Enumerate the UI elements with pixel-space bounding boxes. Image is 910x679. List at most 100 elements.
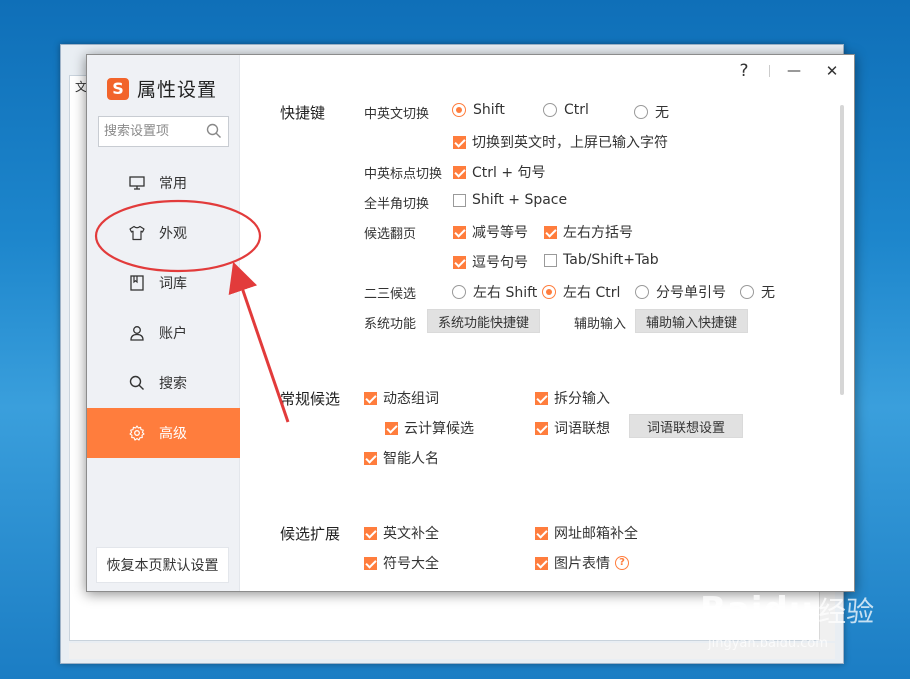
second-third-shift-radio[interactable]: 左右 Shift (452, 282, 537, 302)
dynamic-words-checkbox[interactable]: 动态组词 (364, 388, 439, 408)
hotkeys-section-title: 快捷键 (280, 104, 326, 122)
radio-indicator (542, 285, 556, 299)
sidebar-item-advanced[interactable]: 高级 (87, 408, 240, 458)
checkbox-indicator (535, 556, 548, 570)
sidebar-item-appearance[interactable]: 外观 (87, 208, 240, 258)
page-flip-minus-equal-checkbox[interactable]: 减号等号 (453, 222, 528, 242)
checkbox-indicator (364, 556, 377, 570)
word-assoc-checkbox[interactable]: 词语联想 (535, 418, 610, 438)
checkbox-label: 符号大全 (383, 556, 439, 572)
search-icon (129, 375, 144, 390)
checkbox-indicator (544, 225, 557, 239)
checkbox-label: 动态组词 (383, 391, 439, 407)
checkbox-label: 网址邮箱补全 (554, 526, 638, 542)
radio-label: 无 (761, 285, 775, 301)
monitor-icon (129, 176, 145, 190)
watermark-cn: 经验 (818, 595, 875, 628)
page-flip-brackets-checkbox[interactable]: 左右方括号 (544, 222, 633, 242)
sidebar-item-label: 账户 (159, 326, 187, 342)
settings-dialog: S 属性设置 常用 外观 (86, 54, 855, 592)
punct-ctrl-period-checkbox[interactable]: Ctrl + 句号 (453, 162, 546, 182)
checkbox-indicator (453, 225, 466, 239)
system-func-label: 系统功能 (364, 317, 417, 332)
dialog-title: 属性设置 (137, 79, 218, 101)
assist-input-hotkey-button[interactable]: 辅助输入快捷键 (635, 309, 749, 333)
checkbox-label: Ctrl + 句号 (472, 165, 546, 181)
cn-en-shift-radio[interactable]: Shift (452, 102, 505, 118)
second-third-semicolon-radio[interactable]: 分号单引号 (635, 282, 726, 302)
sidebar-item-search[interactable]: 搜索 (87, 358, 240, 408)
watermark-paw: du (763, 590, 815, 630)
checkbox-indicator (364, 391, 377, 405)
radio-indicator (452, 103, 466, 117)
brand: S 属性设置 (107, 75, 217, 102)
radio-indicator (543, 103, 557, 117)
checkbox-label: 英文补全 (383, 526, 439, 542)
second-third-ctrl-radio[interactable]: 左右 Ctrl (542, 282, 620, 302)
user-icon (130, 326, 144, 341)
radio-indicator (635, 285, 649, 299)
page-flip-tab-checkbox[interactable]: Tab/Shift+Tab (544, 252, 659, 268)
search-icon[interactable] (206, 123, 222, 139)
split-input-checkbox[interactable]: 拆分输入 (535, 388, 610, 408)
checkbox-label: 云计算候选 (404, 421, 474, 437)
checkbox-indicator (544, 253, 557, 267)
search-input[interactable] (99, 117, 199, 146)
cloud-candidate-checkbox[interactable]: 云计算候选 (385, 418, 474, 438)
content-scrollbar[interactable] (840, 105, 844, 395)
assist-input-label: 辅助输入 (574, 317, 627, 332)
sidebar-item-label: 外观 (159, 226, 187, 242)
candidates-section-title: 常规候选 (280, 390, 341, 408)
sidebar-item-common[interactable]: 常用 (87, 158, 240, 208)
sidebar-nav: 常用 外观 词库 账户 搜索 高级 (87, 158, 240, 458)
checkbox-indicator (535, 526, 548, 540)
checkbox-indicator (535, 421, 548, 435)
url-email-complete-checkbox[interactable]: 网址邮箱补全 (535, 523, 638, 543)
sidebar: S 属性设置 常用 外观 (87, 55, 240, 591)
sidebar-item-label: 搜索 (159, 376, 187, 392)
radio-label: 分号单引号 (656, 285, 726, 301)
second-third-none-radio[interactable]: 无 (740, 282, 775, 302)
system-func-hotkey-button[interactable]: 系统功能快捷键 (427, 309, 541, 333)
settings-search (98, 116, 229, 147)
page-flip-comma-period-checkbox[interactable]: 逗号句号 (453, 252, 528, 272)
symbols-checkbox[interactable]: 符号大全 (364, 553, 439, 573)
checkbox-label: 左右方括号 (563, 225, 633, 241)
checkbox-label: 拆分输入 (554, 391, 610, 407)
sogou-logo: S (107, 77, 129, 100)
image-emoji-checkbox[interactable]: 图片表情 ? (535, 553, 629, 573)
second-third-candidate-label: 二三候选 (364, 287, 417, 302)
checkbox-indicator (364, 526, 377, 540)
sidebar-item-label: 词库 (159, 276, 187, 292)
cn-en-none-radio[interactable]: 无 (634, 102, 669, 122)
checkbox-label: 图片表情 (554, 556, 610, 572)
extension-section-title: 候选扩展 (280, 525, 341, 543)
english-complete-checkbox[interactable]: 英文补全 (364, 523, 439, 543)
radio-label: 左右 Shift (473, 285, 538, 301)
checkbox-label: 智能人名 (383, 451, 439, 467)
checkbox-label: 逗号句号 (472, 255, 528, 271)
checkbox-indicator (453, 255, 466, 269)
word-assoc-settings-button[interactable]: 词语联想设置 (629, 414, 744, 438)
gear-icon (129, 425, 145, 441)
checkbox-label: 词语联想 (554, 421, 610, 437)
question-icon[interactable]: ? (615, 556, 629, 570)
sidebar-item-account[interactable]: 账户 (87, 308, 240, 358)
radio-label: 无 (655, 105, 669, 121)
checkbox-label: Shift + Space (472, 192, 568, 208)
radio-label: Ctrl (564, 102, 589, 118)
checkbox-indicator (385, 421, 398, 435)
restore-defaults-button[interactable]: 恢复本页默认设置 (96, 547, 229, 583)
sidebar-item-label: 常用 (159, 176, 187, 192)
sidebar-item-dictionary[interactable]: 词库 (87, 258, 240, 308)
radio-label: Shift (473, 102, 505, 118)
width-shift-space-checkbox[interactable]: Shift + Space (453, 192, 567, 208)
cn-en-ctrl-radio[interactable]: Ctrl (543, 102, 589, 118)
checkbox-label: 切换到英文时，上屏已输入字符 (472, 135, 668, 151)
book-icon (130, 275, 144, 291)
width-switch-label: 全半角切换 (364, 197, 430, 212)
commit-on-switch-checkbox[interactable]: 切换到英文时，上屏已输入字符 (453, 132, 668, 152)
smart-names-checkbox[interactable]: 智能人名 (364, 448, 439, 468)
radio-indicator (740, 285, 754, 299)
checkbox-indicator (364, 451, 377, 465)
